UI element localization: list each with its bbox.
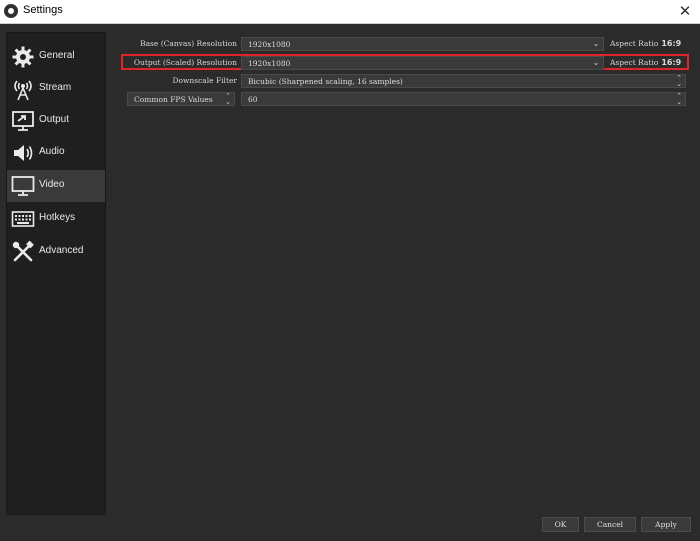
output-resolution-label: Output (Scaled) Resolution xyxy=(133,58,237,67)
up-down-arrows-icon: ⌃ ⌄ xyxy=(225,92,231,106)
apply-button[interactable]: Apply xyxy=(641,517,691,532)
base-resolution-combo[interactable]: 1920x1080 ⌄ xyxy=(241,37,604,51)
base-aspect-ratio: Aspect Ratio 16:9 xyxy=(610,39,681,48)
up-down-arrows-icon: ⌃ ⌄ xyxy=(676,74,682,88)
base-resolution-label: Base (Canvas) Resolution xyxy=(140,39,237,48)
cancel-button[interactable]: Cancel xyxy=(584,517,636,532)
aspect-ratio-label: Aspect Ratio xyxy=(610,58,659,67)
close-button[interactable]: ✕ xyxy=(670,0,700,23)
output-aspect-ratio: Aspect Ratio 16:9 xyxy=(610,58,681,67)
chevron-down-icon: ⌄ xyxy=(592,58,600,67)
titlebar: Settings ✕ xyxy=(0,0,700,24)
base-resolution-value: 1920x1080 xyxy=(248,40,291,49)
aspect-ratio-value: 16:9 xyxy=(661,58,682,67)
up-down-arrows-icon: ⌃ ⌄ xyxy=(676,92,682,106)
fps-value: 60 xyxy=(248,95,258,104)
obs-logo-icon xyxy=(4,4,18,18)
fps-type-select[interactable]: Common FPS Values ⌃ ⌄ xyxy=(127,92,235,106)
output-resolution-combo[interactable]: 1920x1080 ⌄ xyxy=(241,56,604,70)
aspect-ratio-label: Aspect Ratio xyxy=(610,39,659,48)
fps-type-value: Common FPS Values xyxy=(134,95,213,104)
downscale-filter-value: Bicubic (Sharpened scaling, 16 samples) xyxy=(248,77,403,86)
downscale-filter-label: Downscale Filter xyxy=(172,76,237,85)
window-title: Settings xyxy=(23,4,63,16)
fps-value-combo[interactable]: 60 ⌃ ⌄ xyxy=(241,92,686,106)
settings-window: General Stream Output Audio Video Hotkey… xyxy=(0,24,700,541)
chevron-down-icon: ⌄ xyxy=(592,39,600,48)
video-settings-panel: Base (Canvas) Resolution 1920x1080 ⌄ Asp… xyxy=(0,24,700,541)
output-resolution-value: 1920x1080 xyxy=(248,59,291,68)
aspect-ratio-value: 16:9 xyxy=(661,39,682,48)
downscale-filter-combo[interactable]: Bicubic (Sharpened scaling, 16 samples) … xyxy=(241,74,686,88)
ok-button[interactable]: OK xyxy=(542,517,579,532)
